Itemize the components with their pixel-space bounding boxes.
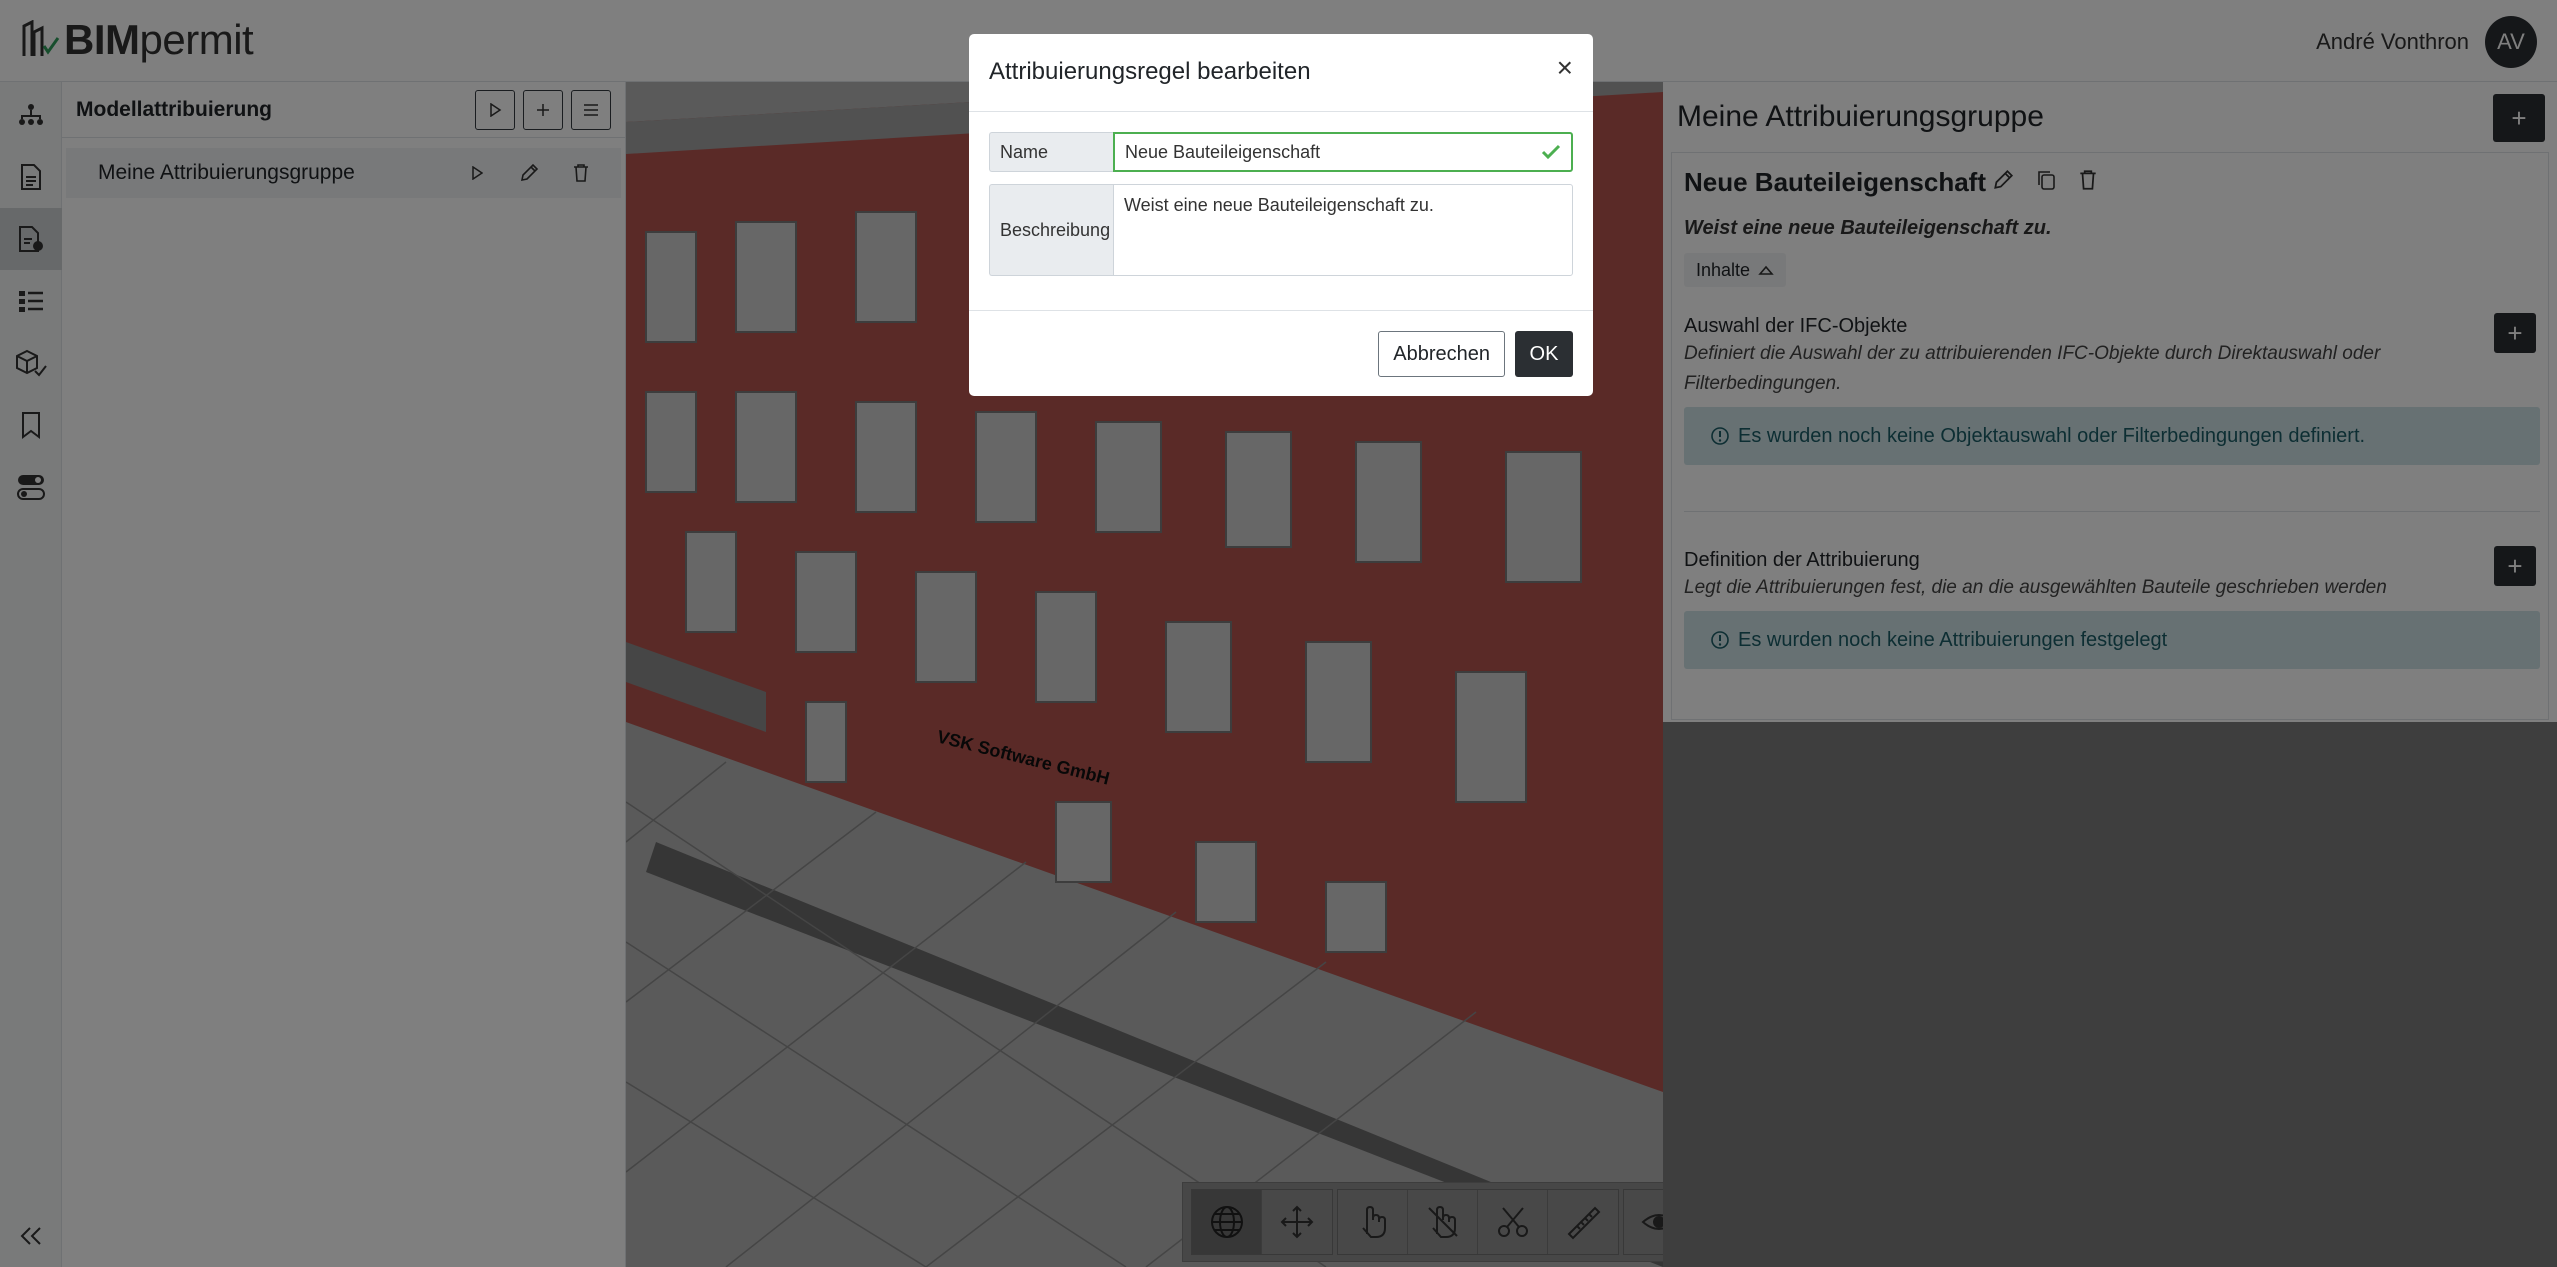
dialog-title: Attribuierungsregel bearbeiten: [989, 58, 1311, 85]
edit-rule-dialog: Attribuierungsregel bearbeiten × Name Ne…: [969, 34, 1593, 396]
dialog-header: Attribuierungsregel bearbeiten ×: [969, 34, 1593, 112]
cancel-button[interactable]: Abbrechen: [1378, 331, 1505, 377]
dialog-footer: Abbrechen OK: [969, 310, 1593, 396]
description-field-row: Beschreibung Weist eine neue Bauteileige…: [989, 184, 1573, 276]
ok-button[interactable]: OK: [1515, 331, 1573, 377]
close-icon[interactable]: ×: [1557, 54, 1573, 82]
name-field-row: Name Neue Bauteileigenschaft: [989, 132, 1573, 172]
name-input[interactable]: Neue Bauteileigenschaft: [1113, 132, 1573, 172]
description-label: Beschreibung: [989, 184, 1113, 276]
name-value: Neue Bauteileigenschaft: [1125, 141, 1321, 162]
name-label: Name: [989, 132, 1113, 172]
description-textarea[interactable]: Weist eine neue Bauteileigenschaft zu.: [1113, 184, 1573, 276]
check-icon: [1541, 144, 1561, 160]
